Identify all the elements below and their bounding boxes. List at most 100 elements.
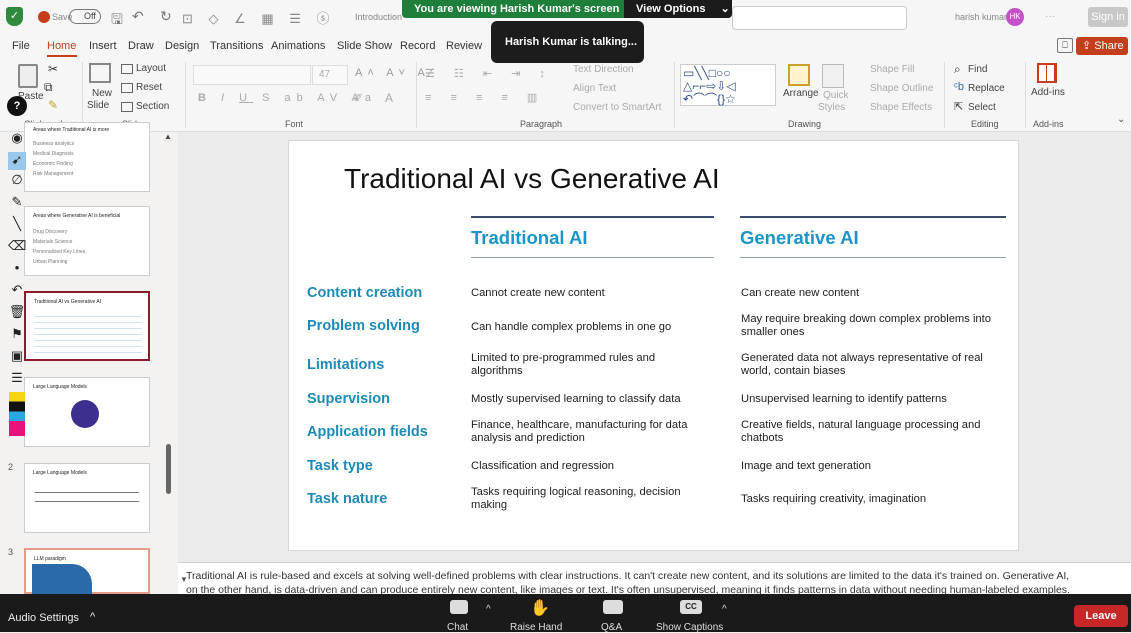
more-options[interactable]: ··· [1045,11,1055,22]
chevron-up-icon[interactable]: ^ [90,611,95,623]
format-painter-icon[interactable]: ✎ [48,98,58,112]
collapse-ribbon-icon[interactable]: ⌄ [1117,114,1125,125]
slide-thumbnail-selected[interactable]: Traditional AI vs Generative AI [24,291,150,361]
shape-outline-button[interactable]: Shape Outline [870,83,933,94]
show-captions-label[interactable]: Show Captions [656,622,723,633]
font-name-dropdown[interactable] [193,65,311,85]
color-palette[interactable] [9,392,25,436]
text-direction-button[interactable]: Text Direction [573,64,634,75]
chevron-up-icon[interactable]: ^ [486,604,491,615]
slide-thumbnail[interactable]: Areas where Traditional AI is more Busin… [24,122,150,192]
chat-icon[interactable] [450,600,468,614]
scroll-up-icon[interactable]: ▲ [164,132,172,141]
eraser-icon[interactable]: ⌫ [8,238,26,256]
font-color-icon[interactable]: A [385,91,393,105]
captions-icon[interactable]: CC [680,600,702,614]
qa-label[interactable]: Q&A [601,622,622,633]
eye-icon[interactable]: ◉ [8,130,26,148]
reset-button[interactable]: Reset [136,82,162,93]
list-icons[interactable]: ☰ ☷ ⇤ ⇥ ↕ [425,67,553,80]
layout-button[interactable]: Layout [136,63,166,74]
tab-insert[interactable]: Insert [89,40,117,52]
dot-icon[interactable]: • [8,260,26,278]
speaker-notes-pane[interactable]: ▼ Traditional AI is rule-based and excel… [178,562,1131,594]
save-icon[interactable]: 🖫 [111,9,123,33]
avatar[interactable]: HK [1006,8,1024,26]
leave-button[interactable]: Leave [1074,605,1128,627]
talking-text: Harish Kumar is talking... [505,36,638,48]
new-slide-label-1[interactable]: New [92,88,112,99]
slide-thumbnail[interactable]: Large Language Models [24,463,150,533]
quick-access-icons[interactable]: ⊡ ◇ ∠ ▦ ☰ ⓢ [182,8,336,27]
redo-icon[interactable]: ↻ [160,8,172,25]
slide-canvas[interactable]: Traditional AI vs Generative AI Traditio… [288,140,1019,551]
section-button[interactable]: Section [136,101,169,112]
tab-slide-show[interactable]: Slide Show [337,40,392,52]
raise-hand-icon[interactable]: ✋ [530,598,550,618]
tab-record[interactable]: Record [400,40,435,52]
font-style-icons[interactable]: B I U S ab AV Aa [198,92,377,104]
autosave-toggle[interactable]: Off [69,9,101,24]
highlight-icon[interactable]: ✐ [353,91,363,105]
convert-smartart-button[interactable]: Convert to SmartArt [573,102,661,113]
new-slide-icon[interactable] [89,63,111,83]
pointer-icon[interactable]: ➹ [8,152,26,170]
tab-review[interactable]: Review [446,40,482,52]
tab-file[interactable]: File [12,40,30,52]
align-icons[interactable]: ≡ ≡ ≡ ≡ ▥ [425,91,545,104]
tab-transitions[interactable]: Transitions [210,40,263,52]
trash-icon[interactable]: 🗑 [8,304,26,322]
view-options-button[interactable]: View Options ⌄ [624,0,732,18]
quick-styles-label-2[interactable]: Styles [818,102,845,113]
slide-thumbnail[interactable]: Large Language Models [24,377,150,447]
row-label: Supervision [307,391,390,407]
row-label: Application fields [307,424,428,440]
pen-icon[interactable]: ✎ [8,194,26,212]
shape-effects-button[interactable]: Shape Effects [870,102,932,113]
quick-styles-icon[interactable] [822,64,844,88]
arrange-button[interactable]: Arrange [783,88,819,99]
arrange-icon[interactable] [788,64,810,86]
slide-title[interactable]: Traditional AI vs Generative AI [344,163,720,195]
marker-icon[interactable]: ╲ [8,216,26,234]
cut-icon[interactable]: ✂ [48,62,58,76]
qa-icon[interactable] [603,600,623,614]
share-button[interactable]: ⇪ Share [1076,37,1128,55]
select-button[interactable]: Select [968,102,996,113]
slide-thumbnail[interactable]: LLM paradigm [24,548,150,594]
raise-hand-label[interactable]: Raise Hand [510,622,562,633]
undo-icon[interactable]: ↶ [132,8,144,25]
replace-button[interactable]: Replace [968,83,1005,94]
addins-icon[interactable] [1037,63,1057,83]
comments-icon[interactable]: ⎕ [1057,38,1073,53]
find-button[interactable]: Find [968,64,987,75]
chevron-up-icon[interactable]: ^ [722,604,727,615]
cut-stroke-icon[interactable]: ∅ [8,172,26,190]
annotation-logo-icon[interactable]: ? [7,96,27,116]
notes-icon[interactable]: ☰ [8,370,26,388]
copy-icon[interactable]: ⧉ [44,80,53,95]
quick-styles-label-1[interactable]: Quick [823,90,849,101]
tab-animations[interactable]: Animations [271,40,325,52]
audio-settings-button[interactable]: Audio Settings [8,612,79,624]
camera-icon[interactable]: ▣ [8,348,26,366]
thumbnail-title: Large Language Models [33,470,87,476]
search-box[interactable] [732,6,907,30]
slide-thumbnail[interactable]: Areas where Generative AI is beneficial … [24,206,150,276]
thumbnail-scrollbar[interactable] [166,444,171,494]
thumbnail-blob-preview [32,564,92,594]
font-size-dropdown[interactable]: 47 [312,65,348,85]
align-text-button[interactable]: Align Text [573,83,616,94]
shape-fill-button[interactable]: Shape Fill [870,64,914,75]
undo-stroke-icon[interactable]: ↶ [8,282,26,300]
tab-design[interactable]: Design [165,40,199,52]
tab-draw[interactable]: Draw [128,40,154,52]
sign-in-button[interactable]: Sign in [1088,7,1128,27]
paste-icon[interactable] [18,64,38,88]
addins-button[interactable]: Add-ins [1031,87,1065,98]
new-slide-label-2[interactable]: Slide [87,100,109,111]
stamp-icon[interactable]: ⚑ [8,326,26,344]
chat-label[interactable]: Chat [447,622,468,633]
shapes-gallery[interactable]: ▭╲╲□○○ △⌐⌐⇨⇩◁ ↶⌒⌒{}☆ [680,64,776,106]
tab-home[interactable]: Home [47,40,76,52]
